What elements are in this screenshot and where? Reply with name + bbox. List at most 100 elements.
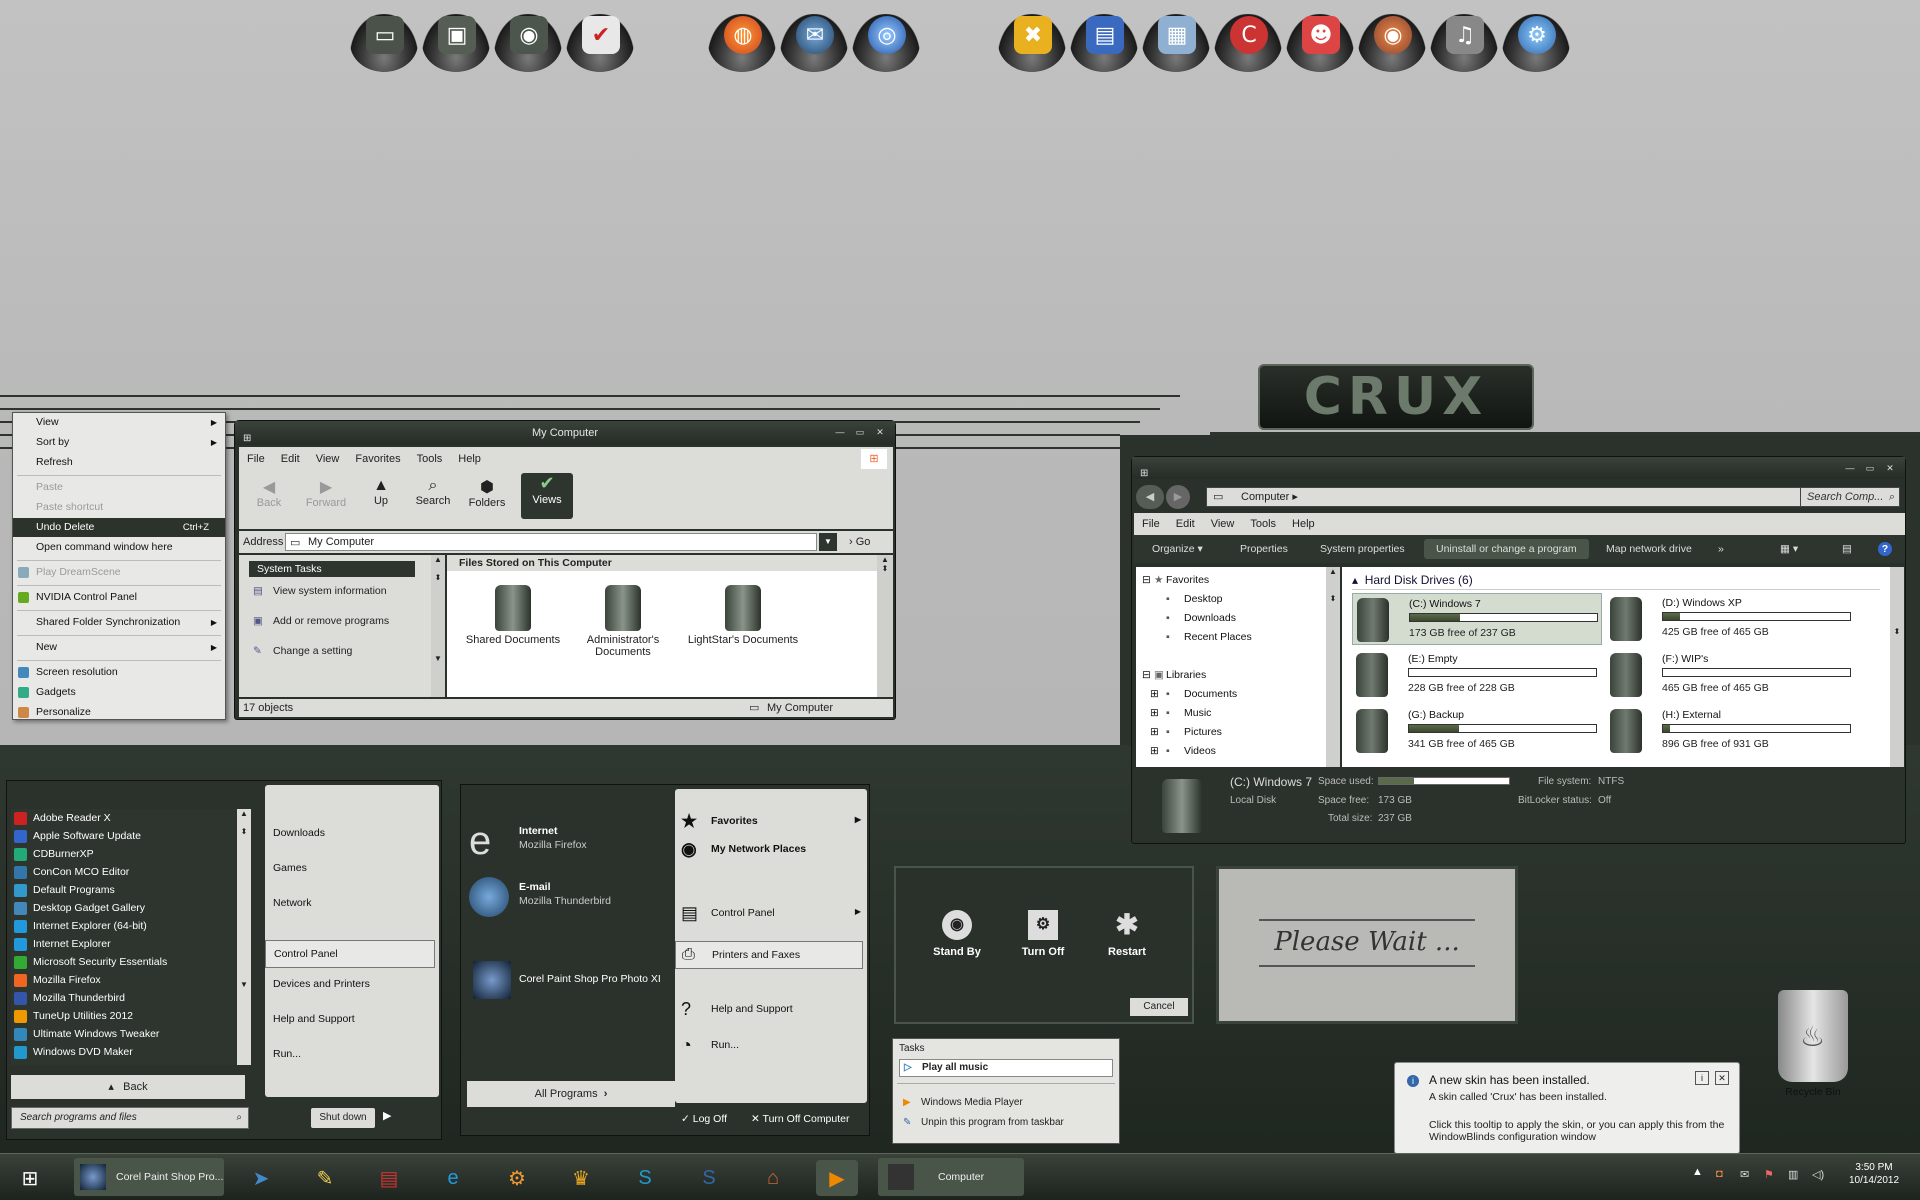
properties-button[interactable]: Properties	[1240, 535, 1288, 563]
drive-c[interactable]: (C:) Windows 7 173 GB free of 237 GB	[1352, 593, 1602, 645]
program-item[interactable]: TuneUp Utilities 2012	[11, 1007, 245, 1025]
tasks-header[interactable]: System Tasks	[249, 561, 415, 577]
right-item-favorites[interactable]: ★ Favorites ▶	[675, 811, 867, 843]
ctx-personalize[interactable]: Personalize	[13, 703, 225, 722]
folder-item[interactable]: Administrator's Documents	[573, 585, 673, 658]
program-list-scrollbar[interactable]: ▲ ⬍ ▼	[237, 809, 251, 1065]
task-change-setting[interactable]: ✎ Change a setting	[253, 645, 403, 657]
folder-item[interactable]: Shared Documents	[463, 585, 563, 646]
right-item-help-support[interactable]: Help and Support	[265, 1013, 439, 1048]
show-hidden-icons[interactable]: ▲	[1692, 1166, 1703, 1178]
program-item[interactable]: Default Programs	[11, 881, 245, 899]
right-item-control-panel[interactable]: ▤ Control Panel ▶	[675, 903, 867, 941]
tree-pictures[interactable]: ⊞ ▪ Pictures	[1136, 723, 1326, 742]
checklist-icon[interactable]: ✔	[566, 14, 634, 72]
ctx-screen-resolution[interactable]: Screen resolution	[13, 663, 225, 682]
tray-network-icon[interactable]: ▥	[1788, 1168, 1798, 1181]
search-input[interactable]: Search Comp... ⌕	[1800, 487, 1900, 507]
program-item[interactable]: ConCon MCO Editor	[11, 863, 245, 881]
right-item-run[interactable]: ◔ Run...	[675, 1035, 867, 1069]
address-dropdown-icon[interactable]: ▼	[819, 533, 837, 551]
right-item-help-support[interactable]: ? Help and Support	[675, 999, 867, 1039]
standby-button[interactable]: ◉ Stand By	[932, 910, 982, 958]
folder-item[interactable]: LightStar's Documents	[683, 585, 803, 646]
drive-group-header[interactable]: ▴ Hard Disk Drives (6)	[1352, 573, 1473, 587]
view-options-icon[interactable]: ▦ ▾	[1780, 535, 1798, 563]
files-scrollbar[interactable]: ▲ ⬍	[877, 555, 893, 697]
right-item-printers-faxes[interactable]: ⎙ Printers and Faxes	[675, 941, 863, 969]
drive-f[interactable]: (F:) WIP's 465 GB free of 465 GB	[1606, 649, 1856, 701]
views-button[interactable]: ✔ Views	[521, 473, 573, 519]
pinned-internet[interactable]: e Internet Mozilla Firefox	[469, 821, 669, 861]
uninstall-program-button[interactable]: Uninstall or change a program	[1424, 539, 1589, 559]
drive-h[interactable]: (H:) External 896 GB free of 931 GB	[1606, 705, 1856, 757]
search-input[interactable]: Search programs and files ⌕	[11, 1107, 249, 1129]
tray-security-icon[interactable]: ◘	[1716, 1168, 1723, 1180]
tray-flag-icon[interactable]: ⚑	[1764, 1168, 1774, 1181]
ctx-open-command-window[interactable]: Open command window here	[13, 538, 225, 557]
tray-volume-icon[interactable]: ◁)	[1812, 1168, 1824, 1181]
monitor-icon[interactable]: ▭	[350, 14, 418, 72]
menu-edit[interactable]: Edit	[273, 447, 308, 471]
start-button[interactable]: ⊞	[10, 1160, 50, 1196]
more-commands-button[interactable]: »	[1718, 535, 1724, 563]
firefox-icon[interactable]: ◍	[708, 14, 776, 72]
tray-mail-icon[interactable]: ✉	[1740, 1168, 1749, 1181]
menu-help[interactable]: Help	[1284, 513, 1323, 535]
stardock-app-icon[interactable]: S	[624, 1160, 666, 1196]
ctx-view[interactable]: View ▶	[13, 413, 225, 432]
menu-favorites[interactable]: Favorites	[347, 447, 408, 471]
drives-scrollbar[interactable]: ⬍	[1890, 567, 1904, 767]
media-icon[interactable]: ◉	[1358, 14, 1426, 72]
ctx-sort-by[interactable]: Sort by ▶	[13, 433, 225, 452]
right-item-devices-printers[interactable]: Devices and Printers	[265, 978, 439, 1013]
tree-documents[interactable]: ⊞ ▪ Documents	[1136, 685, 1326, 704]
shutdown-button[interactable]: Shut down	[311, 1108, 375, 1128]
cancel-button[interactable]: Cancel	[1130, 998, 1188, 1016]
home-app-icon[interactable]: ⌂	[752, 1160, 794, 1196]
menu-help[interactable]: Help	[450, 447, 489, 471]
menu-view[interactable]: View	[308, 447, 348, 471]
user-icon[interactable]: ☻	[1286, 14, 1354, 72]
right-item-games[interactable]: Games	[265, 862, 439, 897]
tree-scrollbar[interactable]: ▲ ⬍	[1326, 567, 1340, 767]
ctx-paste[interactable]: Paste	[13, 478, 225, 497]
program-item[interactable]: Adobe Reader X	[11, 809, 245, 827]
menu-tools[interactable]: Tools	[409, 447, 451, 471]
logoff-button[interactable]: ✓ Log Off	[681, 1113, 727, 1125]
tree-desktop[interactable]: ▪ Desktop	[1136, 590, 1326, 609]
search-button[interactable]: ⌕ Search	[411, 477, 455, 507]
maximize-button[interactable]: ▭	[1863, 463, 1877, 474]
turnoff-button[interactable]: ✕ Turn Off Computer	[751, 1113, 850, 1125]
pinned-email[interactable]: E-mail Mozilla Thunderbird	[469, 877, 669, 917]
menu-view[interactable]: View	[1203, 513, 1243, 535]
network-icon[interactable]: ◉	[494, 14, 562, 72]
task-add-remove-programs[interactable]: ▣ Add or remove programs	[253, 615, 403, 627]
display-icon[interactable]: ▤	[1070, 14, 1138, 72]
program-item[interactable]: Desktop Gadget Gallery	[11, 899, 245, 917]
tree-libraries[interactable]: ⊟ ▣ Libraries	[1136, 666, 1326, 685]
menu-edit[interactable]: Edit	[1168, 513, 1203, 535]
program-item[interactable]: Microsoft Security Essentials	[11, 953, 245, 971]
taskbar-paintshop[interactable]: Corel Paint Shop Pro...	[74, 1158, 224, 1196]
cursor-app-icon[interactable]: ➤	[240, 1160, 282, 1196]
ccleaner-icon[interactable]: C	[1214, 14, 1282, 72]
program-item[interactable]: CDBurnerXP	[11, 845, 245, 863]
jumplist-wmp[interactable]: ▶ Windows Media Player	[903, 1097, 1023, 1108]
maximize-button[interactable]: ▭	[853, 427, 867, 438]
tree-music[interactable]: ⊞ ▪ Music	[1136, 704, 1326, 723]
tree-favorites[interactable]: ⊟ ★ Favorites	[1136, 571, 1326, 590]
drive-d[interactable]: (D:) Windows XP 425 GB free of 465 GB	[1606, 593, 1856, 645]
jumplist-unpin[interactable]: ✎ Unpin this program from taskbar	[903, 1117, 1064, 1128]
shutdown-options-icon[interactable]: ▶	[383, 1109, 391, 1122]
all-programs-button[interactable]: All Programs ›	[467, 1081, 675, 1107]
thunderbird-icon[interactable]: ✉	[780, 14, 848, 72]
up-button[interactable]: ▲ Up	[361, 477, 401, 507]
right-item-run[interactable]: Run...	[265, 1048, 439, 1083]
notes-app-icon[interactable]: ✎	[304, 1160, 346, 1196]
back-button[interactable]: ▴ Back	[11, 1075, 245, 1099]
breadcrumb[interactable]: ▭ Computer ▸	[1206, 487, 1806, 507]
organize-button[interactable]: Organize ▾	[1152, 535, 1203, 563]
program-item[interactable]: Internet Explorer	[11, 935, 245, 953]
program-item[interactable]: Ultimate Windows Tweaker	[11, 1025, 245, 1043]
